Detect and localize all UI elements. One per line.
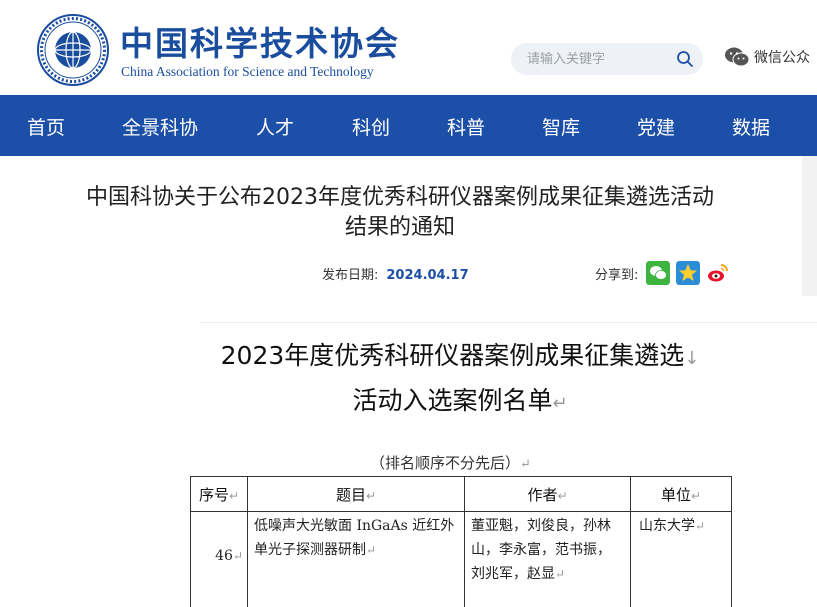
cell-topic: 低噪声大光敏面 InGaAs 近红外单光子探测器研制↵: [247, 511, 465, 607]
publish-date: 2024.04.17: [386, 268, 469, 283]
search-box: [511, 43, 703, 75]
header-authors: 作者↵: [464, 476, 631, 512]
logo-english-name[interactable]: China Association for Science and Techno…: [121, 64, 374, 80]
share-weibo-icon[interactable]: [706, 261, 731, 285]
table-row: 46↵ 低噪声大光敏面 InGaAs 近红外单光子探测器研制↵ 董亚魁，刘俊良，…: [190, 511, 732, 607]
document-title-line1: 2023年度优秀科研仪器案例成果征集遴选: [220, 341, 685, 370]
header-topic: 题目↵: [247, 476, 465, 512]
nav-item-party[interactable]: 党建: [637, 113, 675, 140]
logo-chinese-name[interactable]: 中国科学技术协会: [120, 17, 400, 65]
wechat-official-account[interactable]: 微信公众: [724, 46, 810, 68]
nav-item-think-tank[interactable]: 智库: [542, 113, 580, 140]
wechat-icon: [725, 47, 750, 67]
nav-item-overview[interactable]: 全景科协: [122, 113, 198, 140]
document-note: （排名顺序不分先后）↵: [370, 454, 531, 472]
search-input[interactable]: [527, 49, 667, 69]
article-title-line2: 结果的通知: [344, 215, 455, 240]
table-header-row: 序号↵ 题目↵ 作者↵ 单位↵: [190, 476, 732, 512]
cell-no: 46↵: [190, 511, 248, 607]
cast-emblem-logo[interactable]: [37, 14, 109, 86]
publish-date-label: 发布日期:: [322, 268, 379, 283]
scrollbar-track[interactable]: [802, 156, 817, 296]
header-unit: 单位↵: [630, 476, 732, 512]
document-title-line2: 活动入选案例名单: [352, 386, 553, 415]
share-wechat-icon[interactable]: [646, 261, 671, 285]
wechat-label: 微信公众: [754, 50, 810, 66]
nav-item-data[interactable]: 数据: [732, 113, 770, 140]
article-title-line1: 中国科协关于公布2023年度优秀科研仪器案例成果征集遴选活动: [86, 185, 714, 210]
nav-item-home[interactable]: 首页: [27, 113, 65, 140]
ranking-note: （排名顺序不分先后）: [370, 454, 521, 472]
cell-unit: 山东大学↵: [630, 511, 732, 607]
main-nav: 首页 全景科协 人才 科创 科普 智库 党建 数据: [0, 95, 817, 156]
cell-authors: 董亚魁，刘俊良，孙林山，李永富，范书振，刘兆军，赵显↵: [464, 511, 631, 607]
share-label: 分享到:: [595, 267, 639, 283]
selected-cases-table: 序号↵ 题目↵ 作者↵ 单位↵ 46↵ 低噪声大光敏面 InGaAs 近红外单光…: [190, 476, 732, 607]
article-title: 中国科协关于公布2023年度优秀科研仪器案例成果征集遴选活动 结果的通知: [40, 183, 760, 243]
document-title: 2023年度优秀科研仪器案例成果征集遴选↓ 活动入选案例名单↵: [220, 341, 700, 415]
header-no: 序号↵: [190, 476, 248, 512]
search-icon[interactable]: [676, 50, 694, 68]
share-qzone-icon[interactable]: [676, 261, 701, 285]
nav-item-talent[interactable]: 人才: [256, 113, 294, 140]
share-bar: 分享到:: [595, 261, 736, 285]
nav-item-innovation[interactable]: 科创: [352, 113, 390, 140]
publish-info: 发布日期: 2024.04.17: [322, 264, 469, 283]
site-header: 中国科学技术协会 China Association for Science a…: [0, 0, 817, 95]
nav-item-popular-science[interactable]: 科普: [447, 113, 485, 140]
